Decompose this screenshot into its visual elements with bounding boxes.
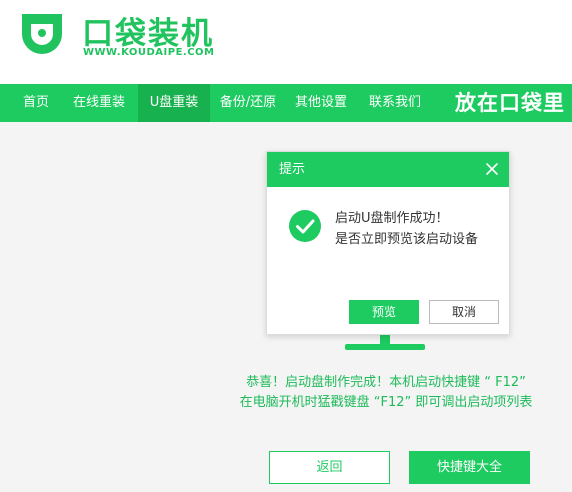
nav-item-other-settings[interactable]: 其他设置	[288, 84, 354, 122]
nav-item-home[interactable]: 首页	[10, 84, 62, 122]
dialog-message-line1: 启动U盘制作成功！	[335, 211, 449, 226]
preview-button[interactable]: 预览	[349, 300, 419, 324]
logo-icon	[22, 14, 62, 54]
success-dialog: 提示 启动U盘制作成功！ 是否立即预览该启动设备 预览 取消	[266, 151, 510, 335]
nav-slogan: 放在口袋里	[455, 91, 565, 115]
brand-url: WWW.KOUDAIPE.COM	[83, 47, 215, 58]
nav-item-online-reinstall[interactable]: 在线重装	[66, 84, 132, 122]
main-nav: 首页 在线重装 U盘重装 备份/还原 其他设置 联系我们 放在口袋里	[0, 84, 572, 122]
close-icon[interactable]	[485, 162, 499, 176]
dialog-title: 提示	[279, 162, 306, 177]
dialog-message-line2: 是否立即预览该启动设备	[335, 232, 479, 247]
nav-item-backup-restore[interactable]: 备份/还原	[212, 84, 284, 122]
check-circle-icon	[289, 210, 321, 242]
dialog-header: 提示	[267, 152, 509, 187]
nav-item-contact-us[interactable]: 联系我们	[362, 84, 428, 122]
nav-item-usb-reinstall[interactable]: U盘重装	[138, 84, 210, 122]
completion-message-line2: 在电脑开机时猛戳键盘 “F12” 即可调出启动项列表	[239, 395, 533, 410]
app-header: 口袋装机 WWW.KOUDAIPE.COM	[0, 0, 572, 84]
back-button[interactable]: 返回	[269, 451, 390, 484]
shortcut-keys-button[interactable]: 快捷键大全	[409, 451, 530, 484]
completion-message-line1: 恭喜！启动盘制作完成！本机启动快捷键 “ F12”	[246, 375, 526, 390]
cancel-button[interactable]: 取消	[429, 300, 499, 324]
completion-message: 恭喜！启动盘制作完成！本机启动快捷键 “ F12” 在电脑开机时猛戳键盘 “F1…	[200, 373, 572, 413]
